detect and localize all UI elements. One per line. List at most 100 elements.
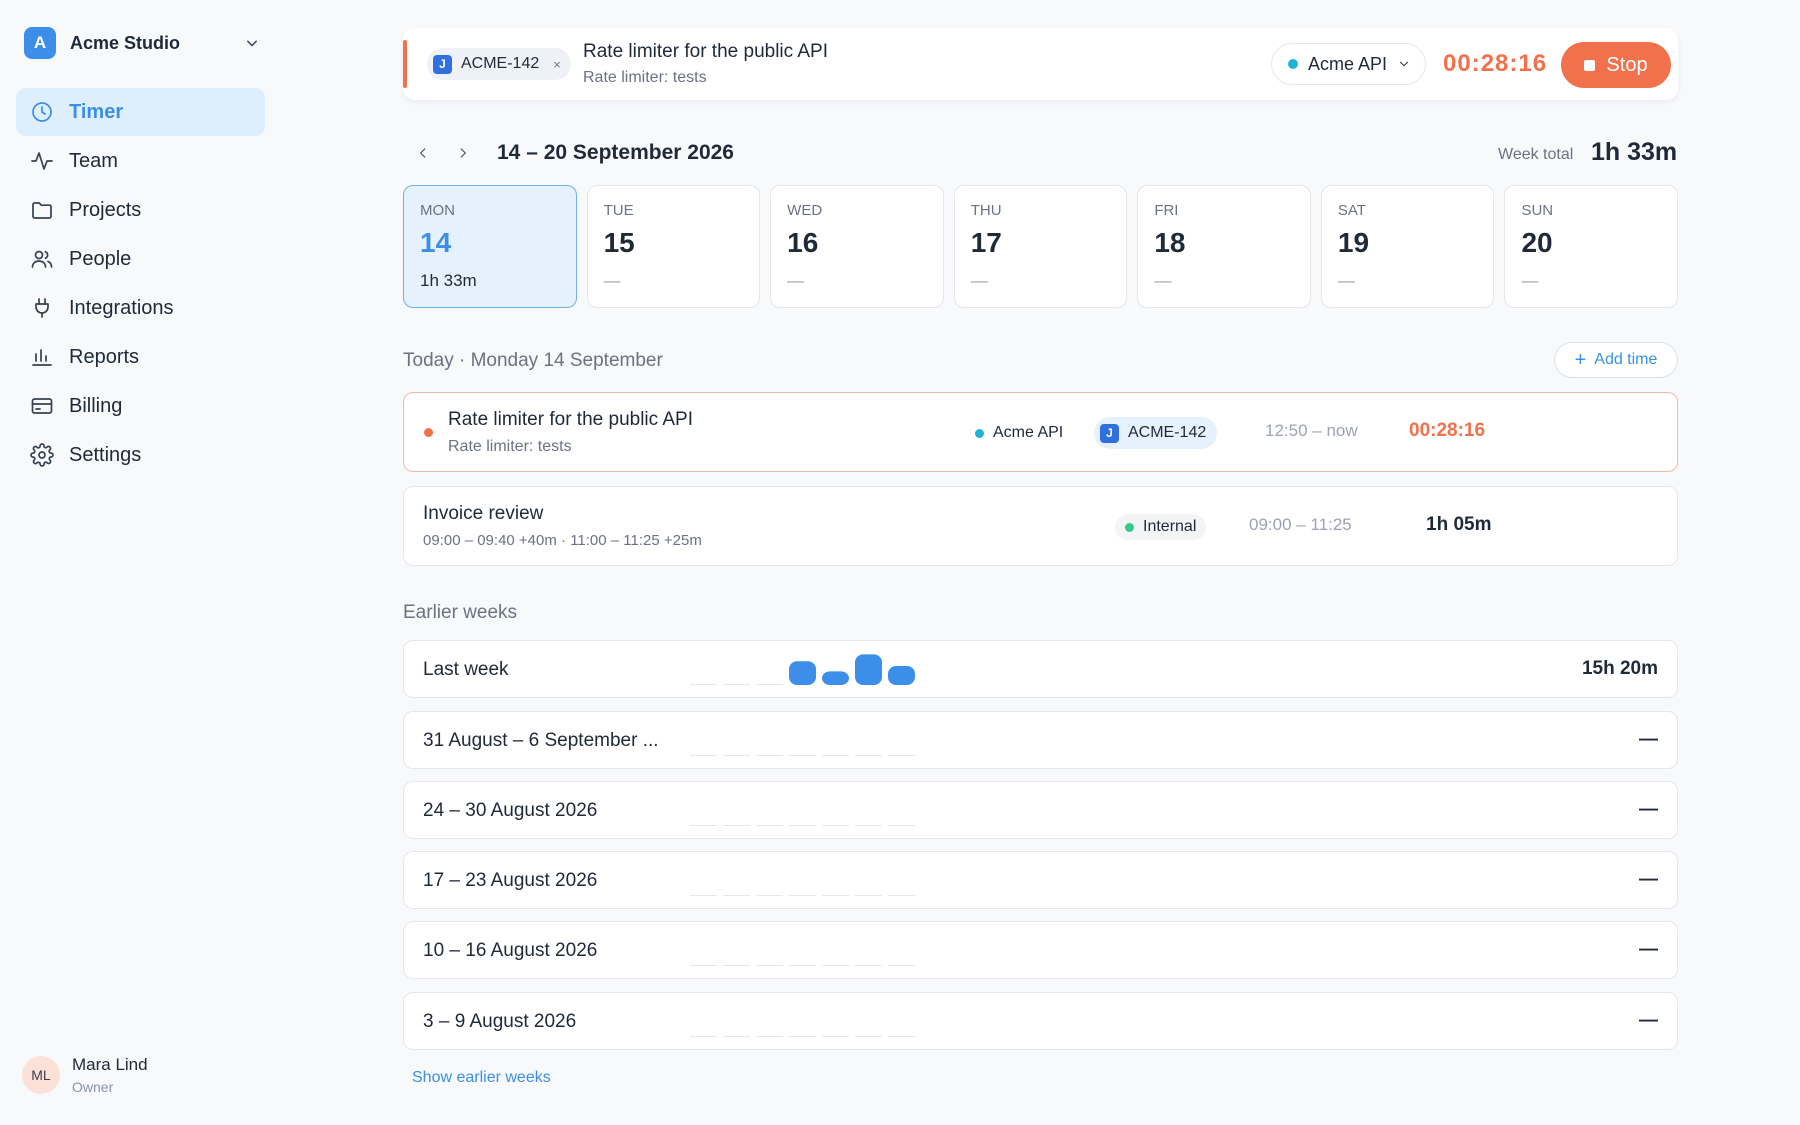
day-bar-empty — [855, 825, 882, 826]
sidebar-nav: Timer Team Projects People Integrations … — [16, 88, 265, 480]
entry-time-range: 12:50 – now — [1265, 421, 1358, 440]
users-icon — [31, 250, 53, 268]
day-name: WED — [787, 202, 823, 219]
day-date: 14 — [420, 227, 452, 258]
day-bar-empty — [756, 755, 783, 756]
day-bar-empty — [723, 684, 750, 685]
day-bar-empty — [822, 755, 849, 756]
week-sparkline — [690, 825, 915, 826]
day-bar-empty — [690, 684, 717, 685]
entry-subtitle: 09:00 – 09:40 +40m · 11:00 – 11:25 +25m — [423, 532, 702, 549]
day-total: — — [1154, 271, 1172, 290]
stop-button[interactable]: Stop — [1561, 42, 1671, 88]
day-date: 18 — [1154, 227, 1186, 258]
chevron-down-icon — [247, 40, 257, 47]
sidebar-item-settings[interactable]: Settings — [16, 431, 265, 479]
week-row-total: — — [1639, 939, 1658, 960]
activity-icon — [31, 152, 53, 170]
day-card-sat[interactable]: SAT 19 — — [1320, 185, 1495, 308]
sidebar-item-label: People — [69, 247, 132, 270]
day-card-fri[interactable]: FRI 18 — — [1137, 185, 1311, 308]
add-time-label: Add time — [1594, 351, 1658, 368]
sidebar-item-label: Integrations — [69, 296, 174, 319]
running-accent — [403, 40, 407, 88]
day-bar-empty — [690, 965, 717, 966]
jira-icon: J — [433, 54, 452, 74]
chevron-left-icon — [420, 148, 426, 158]
day-bar-empty — [756, 684, 783, 685]
user-name: Mara Lind — [72, 1055, 148, 1074]
day-name: MON — [420, 202, 455, 219]
week-row[interactable]: 31 August – 6 September ... — — [403, 711, 1678, 769]
plus-icon: + — [1574, 348, 1587, 371]
entry-project-name: Internal — [1143, 518, 1197, 535]
day-card-sun[interactable]: SUN 20 — — [1504, 185, 1679, 308]
sidebar-item-billing[interactable]: Billing — [16, 382, 265, 430]
day-total: — — [1337, 271, 1355, 290]
remove-issue-button[interactable]: × — [553, 57, 561, 72]
day-bar-empty — [855, 755, 882, 756]
today-heading: Today · Monday 14 September — [403, 350, 663, 371]
workspace-logo: A — [24, 27, 56, 59]
day-card-wed[interactable]: WED 16 — — [770, 185, 944, 308]
day-bar-empty — [756, 895, 783, 896]
issue-chip[interactable]: J ACME-142 × — [427, 48, 571, 80]
day-bar-empty — [756, 825, 783, 826]
week-sparkline — [690, 965, 915, 966]
week-row[interactable]: Last week 15h 20m — [403, 640, 1678, 698]
sidebar-item-timer[interactable]: Timer — [16, 88, 265, 136]
day-date: 19 — [1337, 227, 1370, 258]
week-row[interactable]: 10 – 16 August 2026 — — [403, 921, 1678, 979]
day-bar-empty — [822, 895, 849, 896]
entry-duration: 1h 05m — [1426, 514, 1492, 535]
week-row[interactable]: 17 – 23 August 2026 — — [403, 851, 1678, 909]
entry-project[interactable]: Internal — [1115, 514, 1207, 540]
entry-title: Invoice review — [423, 503, 544, 524]
entry-issue-key: ACME-142 — [1128, 424, 1207, 441]
day-card-tue[interactable]: TUE 15 — — [586, 185, 761, 308]
week-row-label: 10 – 16 August 2026 — [423, 940, 598, 961]
user-info: Mara Lind Owner — [72, 1055, 148, 1095]
sidebar-item-reports[interactable]: Reports — [16, 333, 265, 381]
earlier-weeks-heading: Earlier weeks — [403, 602, 518, 623]
day-bar-empty — [723, 825, 750, 826]
sidebar-item-projects[interactable]: Projects — [16, 186, 265, 234]
sidebar-item-label: Reports — [69, 345, 140, 368]
sidebar-item-team[interactable]: Team — [16, 137, 265, 185]
day-bar-empty — [855, 1036, 882, 1037]
day-bar-empty — [822, 825, 849, 826]
day-bar-empty — [723, 1036, 750, 1037]
week-row[interactable]: 3 – 9 August 2026 — — [403, 992, 1678, 1050]
timer-title[interactable]: Rate limiter for the public API — [583, 41, 828, 63]
sidebar-item-people[interactable]: People — [16, 235, 265, 283]
day-date: 20 — [1521, 227, 1553, 258]
user-menu[interactable]: ML Mara Lind Owner — [22, 1055, 148, 1095]
week-row-label: 24 – 30 August 2026 — [423, 800, 598, 821]
project-dropdown[interactable]: Acme API — [1271, 43, 1426, 85]
workspace-switcher[interactable]: A Acme Studio — [24, 26, 262, 60]
week-total: 1h 33m — [1591, 138, 1678, 166]
day-card-mon[interactable]: MON 14 1h 33m — [403, 185, 577, 308]
week-total-label: Week total — [1498, 146, 1574, 163]
project-name: Acme API — [1308, 53, 1388, 74]
next-week-button[interactable] — [450, 140, 476, 166]
add-time-button[interactable]: + Add time — [1554, 342, 1678, 378]
week-row[interactable]: 24 – 30 August 2026 — — [403, 781, 1678, 839]
stop-label: Stop — [1606, 53, 1648, 76]
day-card-thu[interactable]: THU 17 — — [953, 185, 1128, 308]
time-entry[interactable]: Invoice review 09:00 – 09:40 +40m · 11:0… — [403, 486, 1678, 566]
timer-subtitle: Rate limiter: tests — [583, 69, 707, 86]
week-row-label: 3 – 9 August 2026 — [423, 1011, 577, 1032]
time-entry-running[interactable]: Rate limiter for the public API Rate lim… — [403, 392, 1678, 472]
show-earlier-weeks-link[interactable]: Show earlier weeks — [412, 1069, 551, 1087]
workspace-name: Acme Studio — [70, 32, 181, 53]
day-bar — [789, 661, 816, 685]
entry-issue-chip[interactable]: J ACME-142 — [1094, 417, 1218, 449]
running-timer-bar: J ACME-142 × Rate limiter for the public… — [403, 28, 1678, 100]
plug-icon — [35, 298, 49, 318]
week-row-label: 17 – 23 August 2026 — [423, 870, 598, 891]
previous-week-button[interactable] — [410, 140, 436, 166]
sidebar-item-label: Billing — [69, 394, 123, 417]
sidebar-item-integrations[interactable]: Integrations — [16, 284, 265, 332]
entry-project[interactable]: Acme API — [975, 420, 1063, 446]
